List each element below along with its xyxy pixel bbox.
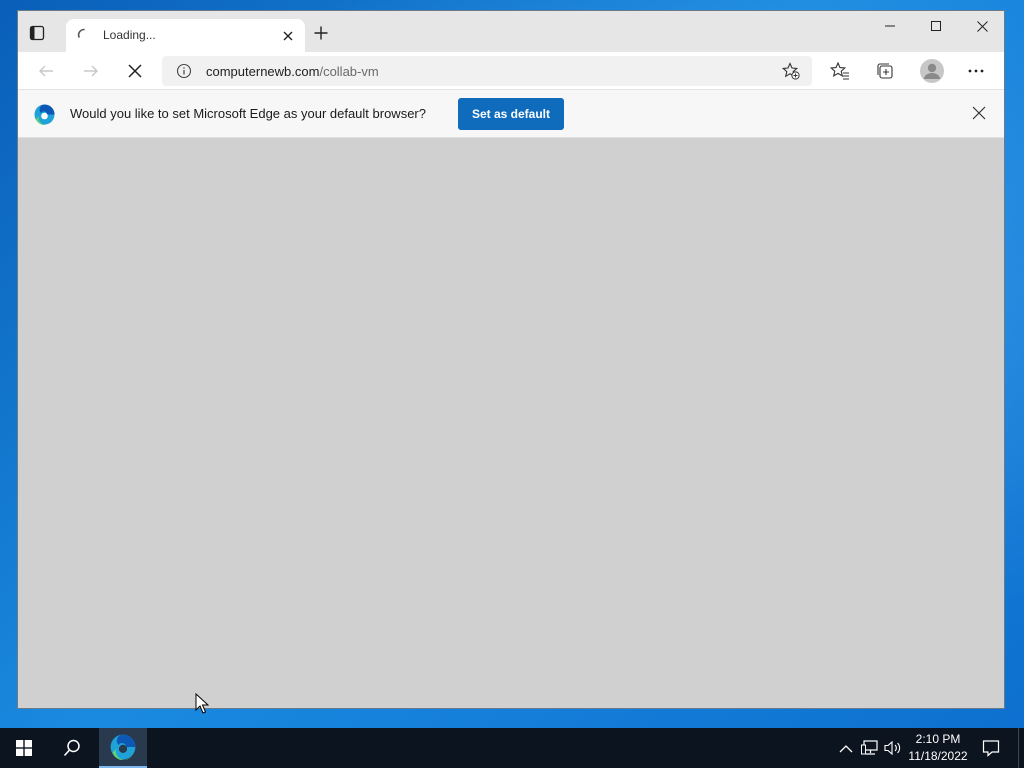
close-window-icon[interactable] [959, 11, 1004, 41]
clock-time: 2:10 PM [915, 732, 961, 746]
info-icon[interactable] [176, 63, 192, 79]
clock-date: 11/18/2022 [908, 749, 968, 763]
network-icon[interactable] [861, 739, 879, 757]
favorites-icon[interactable] [829, 60, 851, 82]
loading-spinner-icon [77, 28, 91, 42]
collections-icon[interactable] [874, 60, 896, 82]
notification-icon[interactable] [982, 739, 1000, 757]
show-desktop-button[interactable] [1018, 728, 1024, 768]
browser-window: Loading... computernewb.com/collab-vm Wo… [17, 10, 1005, 709]
add-favorite-icon[interactable] [781, 62, 800, 80]
infobar-message: Would you like to set Microsoft Edge as … [70, 106, 426, 121]
mouse-pointer-icon [195, 692, 210, 714]
edge-logo-icon [110, 734, 136, 760]
close-icon[interactable] [280, 28, 296, 44]
url-text[interactable]: computernewb.com/collab-vm [206, 64, 379, 79]
url-path: /collab-vm [319, 64, 379, 79]
minimize-icon[interactable] [867, 11, 913, 41]
search-icon[interactable] [48, 728, 96, 768]
maximize-icon[interactable] [913, 11, 959, 41]
address-bar[interactable]: computernewb.com/collab-vm [162, 56, 812, 86]
tab-actions-icon[interactable] [28, 24, 46, 42]
plus-icon[interactable] [313, 25, 329, 41]
forward-arrow-icon[interactable] [79, 59, 103, 83]
default-browser-infobar: Would you like to set Microsoft Edge as … [18, 90, 1004, 138]
taskbar: 2:10 PM 11/18/2022 [0, 728, 1024, 768]
set-as-default-button[interactable]: Set as default [458, 98, 564, 130]
taskbar-clock[interactable]: 2:10 PM 11/18/2022 [898, 731, 978, 765]
windows-start-icon[interactable] [0, 728, 48, 768]
profile-icon[interactable] [919, 58, 945, 84]
chevron-up-icon[interactable] [837, 739, 855, 757]
page-content-area[interactable] [18, 138, 1004, 708]
tab-strip: Loading... [18, 11, 1004, 52]
tab-title: Loading... [103, 28, 156, 42]
stop-icon[interactable] [123, 59, 147, 83]
back-arrow-icon[interactable] [34, 59, 58, 83]
taskbar-edge-button[interactable] [99, 728, 147, 768]
more-icon[interactable] [965, 60, 987, 82]
edge-logo-icon [34, 104, 55, 126]
url-domain: computernewb.com [206, 64, 320, 79]
browser-tab[interactable]: Loading... [66, 19, 305, 52]
browser-toolbar: computernewb.com/collab-vm [18, 52, 1004, 90]
close-icon[interactable] [972, 106, 988, 122]
